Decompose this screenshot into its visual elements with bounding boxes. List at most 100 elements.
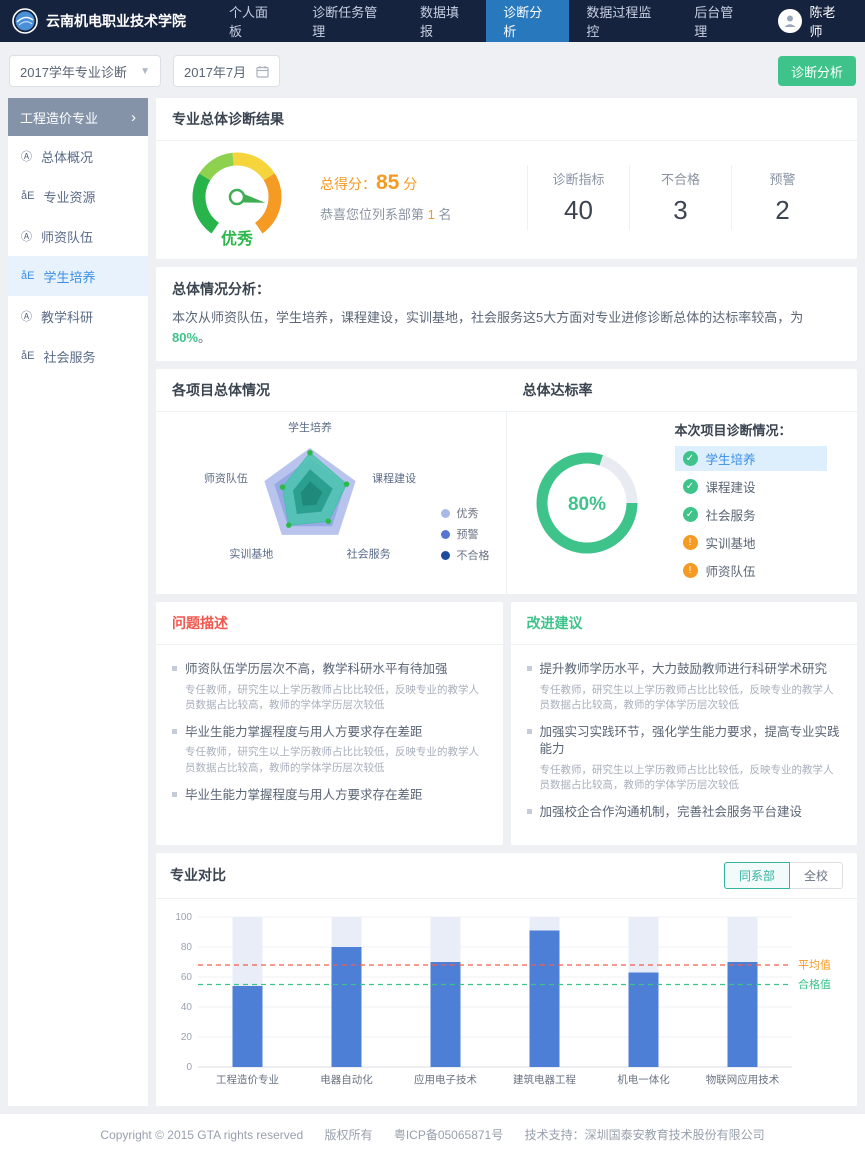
calendar-icon <box>256 65 269 78</box>
sidebar-item-icon: åE <box>21 270 34 282</box>
nav-item-analysis[interactable]: 诊断分析 <box>486 0 569 42</box>
problem-item: 师资队伍学历层次不高，教学科研水平有待加强专任教师，研究生以上学历教师占比比较低… <box>172 661 487 713</box>
footer-copyright: Copyright © 2015 GTA rights reserved <box>100 1128 303 1142</box>
nav-item-admin[interactable]: 后台管理 <box>677 0 760 42</box>
projects-body: 学生培养课程建设社会服务实训基地师资队伍 优秀预警不合格 80% 本次项目诊断情… <box>156 412 857 594</box>
brand: 云南机电职业技术学院 <box>0 0 202 42</box>
bullet-icon <box>172 666 177 671</box>
sidebar-item-faculty[interactable]: Ⓐ师资队伍 <box>8 216 148 256</box>
svg-text:工程造价专业: 工程造价专业 <box>216 1073 279 1086</box>
analysis-text-after: 。 <box>198 330 211 345</box>
problem-item-title: 毕业生能力掌握程度与用人方要求存在差距 <box>172 724 487 742</box>
svg-text:师资队伍: 师资队伍 <box>204 471 248 485</box>
sidebar-item-icon: Ⓐ <box>21 148 32 164</box>
projects-left-title: 各项目总体情况 <box>156 369 507 411</box>
radar-panel: 学生培养课程建设社会服务 实训基地 师资队伍 优秀预警不合格 <box>156 412 507 594</box>
pass-rate-panel: 80% 本次项目诊断情况： ✓学生培养✓课程建设✓社会服务!实训基地!师资队伍 <box>507 412 858 594</box>
problem-item-text: 师资队伍学历层次不高，教学科研水平有待加强 <box>185 661 448 679</box>
bullet-icon <box>172 792 177 797</box>
nav-item-monitor[interactable]: 数据过程监控 <box>569 0 677 42</box>
diagnosis-item-courses[interactable]: ✓课程建设 <box>675 474 827 499</box>
analysis-title: 总体情况分析： <box>172 279 841 299</box>
comparison-body: 020406080100工程造价专业电器自动化应用电子技术建筑电器工程机电一体化… <box>156 899 857 1106</box>
comparison-header: 专业对比 同系部全校 <box>156 853 857 899</box>
content: 工程造价专业 › Ⓐ总体概况åE专业资源Ⓐ师资队伍åE学生培养Ⓐ教学科研åE社会… <box>0 98 865 1106</box>
rank-suffix: 名 <box>435 207 452 222</box>
diagnosis-item-students[interactable]: ✓ 学生培养 <box>675 446 827 471</box>
svg-text:100: 100 <box>175 912 192 923</box>
suggestion-item: 加强实习实践环节，强化学生能力要求，提高专业实践能力专任教师，研究生以上学历教师… <box>527 724 842 793</box>
score-value: 85 <box>376 171 399 194</box>
comparison-title: 专业对比 <box>170 865 226 885</box>
legend-dot <box>441 509 450 518</box>
stat-indicators: 诊断指标 40 <box>527 165 629 230</box>
sidebar-item-service[interactable]: åE社会服务 <box>8 336 148 376</box>
summary-stats: 诊断指标40不合格3预警2 <box>527 165 833 230</box>
svg-text:社会服务: 社会服务 <box>347 547 391 561</box>
diagnosis-list-title: 本次项目诊断情况： <box>675 420 827 439</box>
svg-text:机电一体化: 机电一体化 <box>617 1073 670 1086</box>
legend-item-fail: 不合格 <box>441 547 490 563</box>
sidebar-item-label: 总体概况 <box>41 147 93 166</box>
footer-support: 技术支持：深圳国泰安教育技术股份有限公司 <box>525 1128 765 1142</box>
svg-text:平均值: 平均值 <box>798 958 831 971</box>
diagnosis-item-label: 课程建设 <box>706 477 756 496</box>
nav-item-tasks[interactable]: 诊断任务管理 <box>295 0 403 42</box>
analysis-card: 总体情况分析： 本次从师资队伍，学生培养，课程建设，实训基地，社会服务这5大方面… <box>156 267 857 361</box>
main-panel: 专业总体诊断结果 优秀 总得分：85 分 恭喜您位列系部第 1 名 <box>156 98 857 1106</box>
stat-label: 不合格 <box>630 169 731 188</box>
svg-text:实训基地: 实训基地 <box>229 547 273 561</box>
nav-item-data-report[interactable]: 数据填报 <box>403 0 486 42</box>
problem-item-title: 师资队伍学历层次不高，教学科研水平有待加强 <box>172 661 487 679</box>
problems-list: 师资队伍学历层次不高，教学科研水平有待加强专任教师，研究生以上学历教师占比比较低… <box>156 645 503 827</box>
diagnosis-item-label: 实训基地 <box>706 533 756 552</box>
sidebar-item-label: 专业资源 <box>43 187 95 206</box>
person-icon <box>782 13 798 29</box>
analyze-button[interactable]: 诊断分析 <box>778 56 856 86</box>
sidebar-item-label: 教学科研 <box>41 307 93 326</box>
stat-value: 2 <box>732 195 833 226</box>
diagnosis-item-faculty[interactable]: !师资队伍 <box>675 558 827 583</box>
legend-dot <box>441 530 450 539</box>
summary-body: 优秀 总得分：85 分 恭喜您位列系部第 1 名 诊断指标40不合格3预警2 <box>156 141 857 259</box>
sidebar-major-header[interactable]: 工程造价专业 › <box>8 98 148 136</box>
chevron-right-icon: › <box>131 109 136 126</box>
rank-text: 恭喜您位列系部第 1 名 <box>320 204 451 223</box>
nav-item-dashboard[interactable]: 个人面板 <box>212 0 295 42</box>
problems-title: 问题描述 <box>156 602 503 645</box>
top-navbar: 云南机电职业技术学院 个人面板诊断任务管理数据填报诊断分析数据过程监控后台管理 … <box>0 0 865 42</box>
diagnosis-item-service[interactable]: ✓ 社会服务 <box>675 502 827 527</box>
check-circle-icon: ✓ <box>683 451 698 466</box>
diagnosis-item-training[interactable]: !实训基地 <box>675 530 827 555</box>
svg-text:物联网应用技术: 物联网应用技术 <box>706 1073 780 1086</box>
month-picker[interactable]: 2017年7月 <box>173 55 280 87</box>
toggle-whole-school[interactable]: 全校 <box>789 862 843 889</box>
sidebar-item-research[interactable]: Ⓐ教学科研 <box>8 296 148 336</box>
user-menu[interactable]: 陈老师 <box>760 0 865 42</box>
legend-dot <box>441 551 450 560</box>
problem-item: 毕业生能力掌握程度与用人方要求存在差距专任教师，研究生以上学历教师占比比较低，反… <box>172 724 487 776</box>
svg-text:学生培养: 学生培养 <box>288 420 332 434</box>
radar-legend: 优秀预警不合格 <box>441 500 490 568</box>
stat-label: 诊断指标 <box>528 169 629 188</box>
toggle-same-dept[interactable]: 同系部 <box>724 862 790 889</box>
svg-text:课程建设: 课程建设 <box>372 471 416 485</box>
stat-value: 3 <box>630 195 731 226</box>
svg-text:建筑电器工程: 建筑电器工程 <box>513 1073 576 1086</box>
check-circle-icon: ✓ <box>683 507 698 522</box>
term-select[interactable]: 2017学年专业诊断 ▼ <box>9 55 161 87</box>
school-logo-icon <box>12 8 38 34</box>
suggestion-item-title: 提升教师学历水平，大力鼓励教师进行科研学术研究 <box>527 661 842 679</box>
summary-card-title: 专业总体诊断结果 <box>156 98 857 141</box>
total-score: 总得分：85 分 <box>320 171 451 195</box>
stat-value: 40 <box>528 195 629 226</box>
sidebar-item-students[interactable]: åE学生培养 <box>8 256 148 296</box>
sidebar-item-overview[interactable]: Ⓐ 总体概况 <box>8 136 148 176</box>
analysis-highlight: 80% <box>172 330 198 345</box>
sidebar-item-resources[interactable]: åE专业资源 <box>8 176 148 216</box>
rank-value: 1 <box>428 207 435 222</box>
problem-item: 毕业生能力掌握程度与用人方要求存在差距 <box>172 787 487 805</box>
projects-card: 各项目总体情况 总体达标率 学生培养课程建设社会服务实训基地师资队伍 优秀预警不… <box>156 369 857 594</box>
diagnosis-item-label: 社会服务 <box>706 505 756 524</box>
diagnosis-item-label: 学生培养 <box>706 449 756 468</box>
